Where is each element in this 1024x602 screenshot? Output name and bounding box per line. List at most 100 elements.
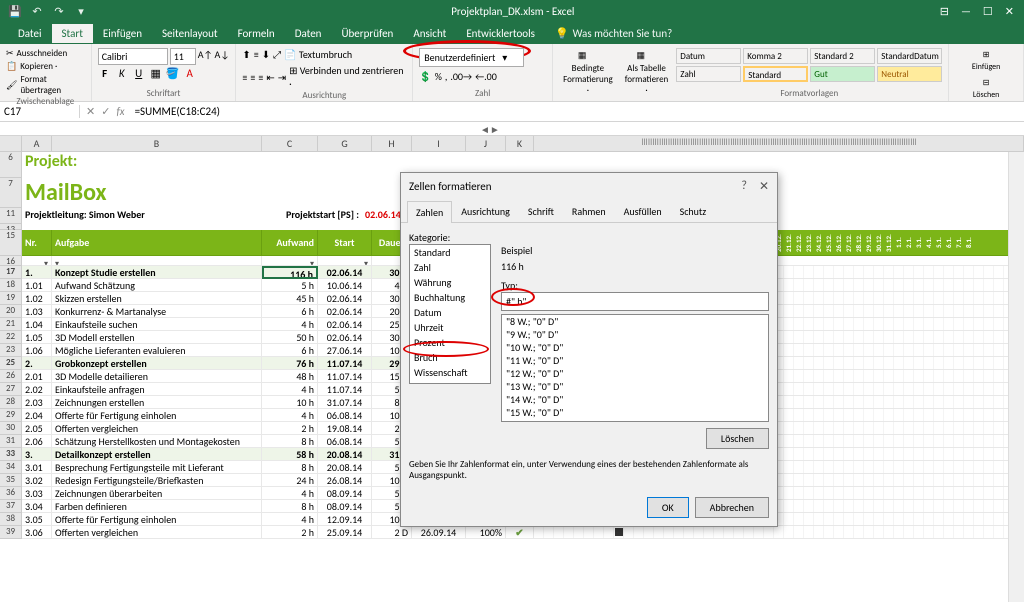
style-neutral[interactable]: Neutral [877, 66, 942, 82]
percent-icon[interactable]: % [435, 70, 442, 83]
category-item[interactable]: Währung [410, 275, 490, 290]
category-item[interactable]: Standard [410, 245, 490, 260]
accept-formula-icon[interactable]: ✓ [101, 105, 110, 118]
dtab-zahlen[interactable]: Zahlen [407, 201, 452, 223]
format-table-button[interactable]: ▦Als Tabelle formatieren · [621, 48, 673, 97]
tab-start[interactable]: Start [52, 24, 93, 43]
dtab-schrift[interactable]: Schrift [519, 200, 563, 222]
qat-icon[interactable]: ▾ [74, 4, 88, 18]
category-item[interactable]: Datum [410, 305, 490, 320]
indent-dec-icon[interactable]: ⇤ [266, 71, 274, 84]
type-item[interactable]: ###" h" [502, 419, 768, 422]
help-icon[interactable]: ? [741, 179, 747, 194]
fill-button[interactable]: 🪣 [166, 67, 180, 80]
tab-ansicht[interactable]: Ansicht [403, 24, 456, 43]
number-format-select[interactable]: Benutzerdefiniert ▾ [419, 48, 524, 67]
align-left-icon[interactable]: ≡ [242, 71, 247, 84]
align-center-icon[interactable]: ≡ [250, 71, 255, 84]
category-item[interactable]: Text [410, 380, 490, 384]
cancel-formula-icon[interactable]: ✕ [86, 105, 95, 118]
formula-input[interactable]: =SUMME(C18:C24) [131, 105, 1024, 118]
shrink-font-icon[interactable]: A↓ [215, 48, 230, 65]
cond-format-button[interactable]: ▦Bedingte Formatierung · [559, 48, 617, 97]
style-zahl[interactable]: Zahl [676, 66, 741, 82]
ribbon-collapse-icon[interactable]: ⊟ [940, 5, 949, 18]
category-item[interactable]: Prozent [410, 335, 490, 350]
align-top-icon[interactable]: ⬆ [242, 48, 250, 61]
tab-daten[interactable]: Daten [285, 24, 332, 43]
col-header[interactable]: B [52, 136, 262, 151]
font-name-select[interactable]: Calibri [98, 48, 168, 65]
col-header[interactable]: I [412, 136, 466, 151]
type-item[interactable]: "13 W.; "0" D" [502, 380, 768, 393]
tab-formeln[interactable]: Formeln [228, 24, 285, 43]
italic-button[interactable]: K [115, 67, 129, 80]
currency-icon[interactable]: 💲 [419, 70, 431, 83]
dtab-rahmen[interactable]: Rahmen [563, 200, 615, 222]
bold-button[interactable]: F [98, 67, 112, 80]
category-item[interactable]: Uhrzeit [410, 320, 490, 335]
font-color-button[interactable]: A [183, 67, 197, 80]
dtab-ausfuellen[interactable]: Ausfüllen [615, 200, 671, 222]
column-split-icon[interactable]: ◄► [480, 123, 500, 136]
type-item[interactable]: "10 W.; "0" D" [502, 341, 768, 354]
font-size-select[interactable]: 11 [170, 48, 196, 65]
category-item[interactable]: Bruch [410, 350, 490, 365]
dtab-ausrichtung[interactable]: Ausrichtung [452, 200, 519, 222]
filter-icon[interactable]: ▾ [310, 259, 314, 266]
close-icon[interactable]: ✕ [1005, 5, 1014, 18]
category-list[interactable]: StandardZahlWährungBuchhaltungDatumUhrze… [409, 244, 491, 384]
filter-icon[interactable]: ▾ [55, 259, 59, 266]
orient-icon[interactable]: ⤢ [273, 48, 281, 61]
vertical-scrollbar[interactable] [1008, 152, 1024, 602]
indent-inc-icon[interactable]: ⇥ [278, 71, 286, 84]
tab-entwicklertools[interactable]: Entwicklertools [456, 24, 545, 43]
delete-cells-button[interactable]: ⊟Löschen [953, 76, 1019, 102]
type-item[interactable]: "15 W.; "0" D" [502, 406, 768, 419]
style-datum[interactable]: Datum [676, 48, 741, 64]
tab-ueberpruefen[interactable]: Überprüfen [331, 24, 403, 43]
category-item[interactable]: Wissenschaft [410, 365, 490, 380]
redo-icon[interactable]: ↷ [52, 4, 66, 18]
tab-datei[interactable]: Datei [8, 24, 52, 43]
dec-dec-icon[interactable]: ←.00 [475, 70, 497, 83]
col-header[interactable]: C [262, 136, 318, 151]
col-header[interactable]: G [318, 136, 372, 151]
type-list[interactable]: "8 W.; "0" D""9 W.; "0" D""10 W.; "0" D"… [501, 314, 769, 422]
tab-seitenlayout[interactable]: Seitenlayout [152, 24, 228, 43]
loeschen-button[interactable]: Löschen [706, 428, 769, 449]
type-input[interactable] [501, 292, 769, 311]
style-gut[interactable]: Gut [810, 66, 875, 82]
insert-cells-button[interactable]: ⊞Einfügen [953, 48, 1019, 74]
style-gallery[interactable]: Datum Komma 2 Standard 2 StandardDatum Z… [676, 48, 942, 82]
format-painter-button[interactable]: 🖌Format übertragen [6, 74, 85, 96]
col-header[interactable]: A [22, 136, 52, 151]
style-komma[interactable]: Komma 2 [743, 48, 808, 64]
filter-icon[interactable]: ▾ [364, 259, 368, 266]
type-item[interactable]: "9 W.; "0" D" [502, 328, 768, 341]
style-standard[interactable]: Standard [743, 66, 808, 82]
comma-icon[interactable]: , [445, 70, 448, 83]
col-header[interactable]: K [506, 136, 534, 151]
minimize-icon[interactable]: — [961, 5, 971, 18]
dtab-schutz[interactable]: Schutz [671, 200, 716, 222]
col-headers-gantt[interactable]: ||||||||||||||||||||||||||||||||||||||||… [534, 136, 1024, 151]
border-button[interactable]: ▦ [149, 67, 163, 80]
type-item[interactable]: "11 W.; "0" D" [502, 354, 768, 367]
align-bot-icon[interactable]: ⬇ [262, 48, 270, 61]
style-stddatum[interactable]: StandardDatum [877, 48, 942, 64]
category-item[interactable]: Zahl [410, 260, 490, 275]
type-item[interactable]: "12 W.; "0" D" [502, 367, 768, 380]
tell-me[interactable]: 💡Was möchten Sie tun? [545, 24, 682, 43]
wrap-button[interactable]: 📄 Textumbruch [284, 48, 352, 61]
filter-icon[interactable]: ▾ [44, 259, 48, 266]
fx-icon[interactable]: fx [116, 105, 124, 118]
col-header[interactable]: H [372, 136, 412, 151]
maximize-icon[interactable]: ☐ [983, 5, 993, 18]
tab-einfuegen[interactable]: Einfügen [93, 24, 152, 43]
align-mid-icon[interactable]: ≡ [254, 48, 259, 61]
save-icon[interactable]: 💾 [8, 4, 22, 18]
col-header[interactable]: J [466, 136, 506, 151]
cancel-button[interactable]: Abbrechen [695, 497, 769, 518]
inc-dec-icon[interactable]: .00→ [450, 70, 472, 83]
